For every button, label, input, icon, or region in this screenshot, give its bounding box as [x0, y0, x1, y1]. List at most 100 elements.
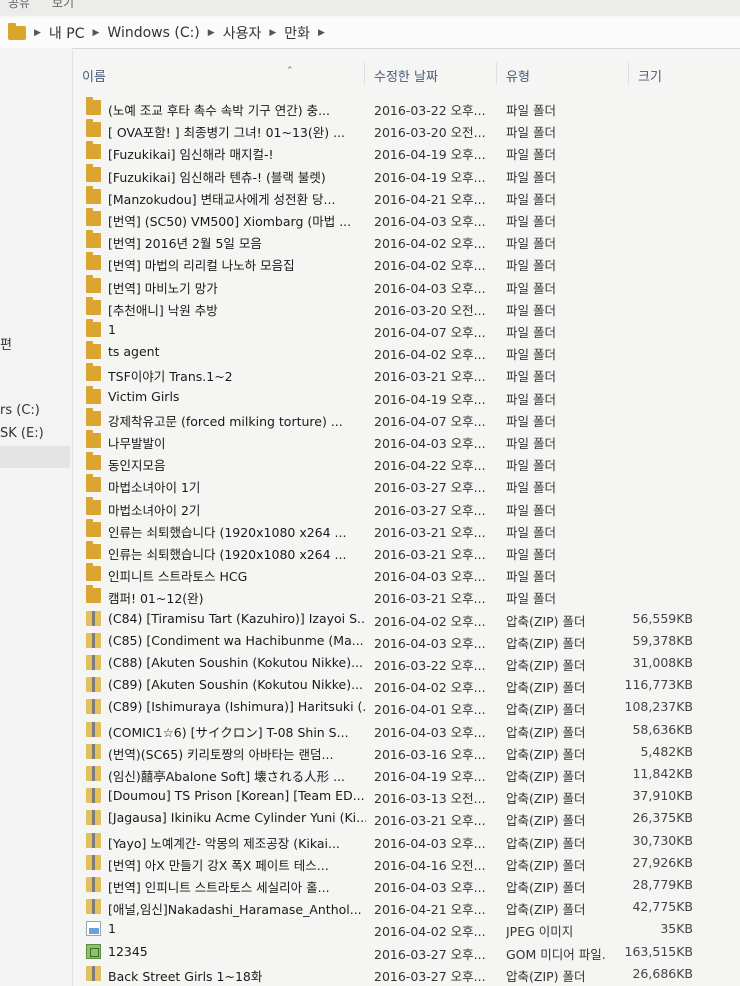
file-type: 파일 폴더	[506, 391, 556, 407]
file-row[interactable]: 12345 2016-03-27 오후... GOM 미디어 파일... 163,51…	[0, 941, 740, 963]
column-header-name[interactable]: 이름	[82, 66, 106, 85]
file-row[interactable]: 인류는 쇠퇴했습니다 (1920x1080 x264 ... 2016-03-21…	[0, 541, 740, 563]
file-type: GOM 미디어 파일...	[506, 946, 606, 962]
column-divider[interactable]	[496, 62, 497, 84]
file-name: [번역] 마비노기 망가	[108, 280, 218, 296]
file-type: 압축(ZIP) 폴더	[506, 746, 586, 762]
address-bar[interactable]: ▶ 내 PC ▶ Windows (C:) ▶ 사용자 ▶ 만화 ▶	[0, 18, 740, 49]
column-divider[interactable]	[628, 62, 629, 84]
file-row[interactable]: 인류는 쇠퇴했습니다 (1920x1080 x264 ... 2016-03-21…	[0, 518, 740, 541]
file-row[interactable]: [번역] 마비노기 망가 2016-04-03 오후... 파일 폴더	[0, 274, 740, 297]
file-row[interactable]: (C85) [Condiment wa Hachibunme (Ma... 201…	[0, 630, 740, 652]
file-row[interactable]: 마법소녀아이 2기 2016-03-27 오후... 파일 폴더	[0, 496, 740, 519]
column-header-type[interactable]: 유형	[506, 66, 530, 85]
file-row[interactable]: [번역] (SC50) VM500] Xiombarg (마법 ... 2016-…	[0, 208, 740, 230]
zip-folder-icon	[86, 743, 101, 759]
file-date: 2016-04-19 오후...	[374, 169, 486, 185]
file-date: 2016-04-19 오후...	[374, 391, 486, 407]
sort-ascending-icon: ⌃	[286, 66, 294, 76]
file-row[interactable]: [Fuzukikai] 임신해라 매지컬-! 2016-04-19 오후... 파일…	[0, 141, 740, 163]
file-type: 파일 폴더	[506, 214, 556, 229]
breadcrumb-this-pc[interactable]: 내 PC	[49, 23, 85, 43]
file-row[interactable]: [ OVA포함! ] 최종병기 그녀! 01~13(완) ... 2016-03-…	[0, 119, 740, 141]
file-size: 163,515KB	[624, 943, 693, 959]
file-row[interactable]: [Doumou] TS Prison [Korean] [Team ED... 2…	[0, 785, 740, 807]
file-row[interactable]: 1 2016-04-02 오후... JPEG 이미지 35KB	[0, 918, 740, 940]
folder-icon	[86, 541, 101, 559]
file-row[interactable]: 1 2016-04-07 오후... 파일 폴더	[0, 319, 740, 341]
column-header-date[interactable]: 수정한 날짜	[374, 66, 438, 85]
file-name: (임신)囍亭Abalone Soft] 壊される人形 ...	[108, 769, 346, 784]
file-type: 파일 폴더	[506, 125, 556, 141]
file-name: [번역] 마법의 리리컬 나노하 모음집	[108, 258, 295, 274]
file-row[interactable]: [애널,임신]Nakadashi_Haramase_Anthol... 2016-…	[0, 896, 740, 918]
file-row[interactable]: (임신)囍亭Abalone Soft] 壊される人形 ... 2016-04-19…	[0, 763, 740, 785]
file-row[interactable]: Victim Girls 2016-04-19 오후... 파일 폴더	[0, 385, 740, 408]
file-row[interactable]: [Yayo] 노예계간- 악몽의 제조공장 (Kikai... 2016-04-0…	[0, 830, 740, 852]
zip-folder-icon	[86, 965, 101, 981]
breadcrumb-manhwa[interactable]: 만화	[284, 23, 310, 43]
file-name: 인류는 쇠퇴했습니다 (1920x1080 x264 ...	[108, 524, 347, 540]
menu-item-share[interactable]: 공유	[8, 0, 30, 11]
file-row[interactable]: [Manzokudou] 변태교사에게 성전환 당... 2016-04-21 오…	[0, 185, 740, 208]
file-row[interactable]: 나무발발이 2016-04-03 오후... 파일 폴더	[0, 430, 740, 452]
file-row[interactable]: (번역)(SC65) 키리토짱의 아바타는 랜덤... 2016-03-16 오후…	[0, 741, 740, 763]
folder-icon	[86, 230, 101, 249]
file-row[interactable]: [추천애니] 낙원 추방 2016-03-20 오전... 파일 폴더	[0, 296, 740, 319]
file-type: 파일 폴더	[506, 458, 556, 474]
file-type: 압축(ZIP) 폴더	[506, 635, 586, 651]
folder-icon	[86, 452, 101, 471]
file-row[interactable]: [Jagausa] Ikiniku Acme Cylinder Yuni (Ki…	[0, 807, 740, 829]
file-row[interactable]: (C89) [Ishimuraya (Ishimura)] Haritsuki …	[0, 696, 740, 718]
file-type: 압축(ZIP) 폴더	[506, 902, 586, 918]
file-row[interactable]: (C89) [Akuten Soushin (Kokutou Nikke)...…	[0, 674, 740, 696]
file-name: (C85) [Condiment wa Hachibunme (Ma...	[108, 632, 364, 648]
file-row[interactable]: 인피니트 스트라토스 HCG 2016-04-03 오후... 파일 폴더	[0, 563, 740, 585]
chevron-right-icon[interactable]: ▶	[269, 28, 276, 38]
file-type: 파일 폴더	[506, 436, 556, 451]
file-date: 2016-04-21 오후...	[374, 191, 486, 207]
file-row[interactable]: (C88) [Akuten Soushin (Kokutou Nikke)...…	[0, 652, 740, 674]
menu-item-view[interactable]: 보기	[52, 0, 74, 11]
file-date: 2016-03-20 오전...	[374, 302, 486, 318]
zip-folder-icon	[86, 877, 101, 892]
chevron-right-icon[interactable]: ▶	[208, 28, 215, 38]
file-name: [번역] 아X 만들기 강X 폭X 페이트 테스...	[108, 857, 329, 873]
file-row[interactable]: 강제착유고문 (forced milking torture) ... 2016-…	[0, 407, 740, 430]
column-header-size[interactable]: 크기	[638, 66, 662, 85]
file-type: 파일 폴더	[506, 147, 556, 163]
file-type: 압축(ZIP) 폴더	[506, 791, 586, 807]
file-row[interactable]: ts agent 2016-04-02 오후... 파일 폴더	[0, 341, 740, 363]
file-type: 파일 폴더	[506, 280, 556, 296]
file-row[interactable]: 캠퍼! 01~12(완) 2016-03-21 오후... 파일 폴더	[0, 585, 740, 607]
chevron-right-icon[interactable]: ▶	[92, 28, 99, 38]
file-row[interactable]: [번역] 마법의 리리컬 나노하 모음집 2016-04-02 오후... 파일 폴…	[0, 252, 740, 274]
file-size: 42,775KB	[632, 899, 693, 915]
file-row[interactable]: (노예 조교 후타 촉수 속박 기구 연간) 충... 2016-03-22 오후…	[0, 97, 740, 119]
file-name: 1	[108, 921, 116, 937]
file-row[interactable]: [번역] 인피니트 스트라토스 세실리아 홀... 2016-04-03 오후..…	[0, 874, 740, 896]
file-row[interactable]: [번역] 2016년 2월 5일 모음 2016-04-02 오후... 파일 폴더	[0, 230, 740, 252]
folder-icon	[86, 119, 101, 138]
chevron-right-icon[interactable]: ▶	[318, 28, 325, 38]
file-type: 파일 폴더	[506, 191, 556, 207]
file-row[interactable]: TSF이야기 Trans.1~2 2016-03-21 오후... 파일 폴더	[0, 363, 740, 385]
file-row[interactable]: (C84) [Tiramisu Tart (Kazuhiro)] Izayoi …	[0, 608, 740, 630]
zip-folder-icon	[86, 632, 101, 648]
file-date: 2016-03-21 오후...	[374, 591, 486, 607]
file-row[interactable]: [Fuzukikai] 임신해라 텐츄-! (블랙 불렛) 2016-04-19 …	[0, 163, 740, 186]
breadcrumb-windows-c[interactable]: Windows (C:)	[107, 25, 199, 41]
file-name: TSF이야기 Trans.1~2	[108, 369, 233, 385]
file-row[interactable]: 마법소녀아이 1기 2016-03-27 오후... 파일 폴더	[0, 474, 740, 496]
folder-icon	[86, 296, 101, 315]
file-row[interactable]: Back Street Girls 1~18화 2016-03-27 오후... 압…	[0, 963, 740, 985]
column-divider[interactable]	[364, 62, 365, 84]
chevron-right-icon[interactable]: ▶	[34, 28, 41, 38]
file-type: 압축(ZIP) 폴더	[506, 835, 586, 851]
folder-icon	[86, 208, 101, 226]
file-row[interactable]: [번역] 아X 만들기 강X 폭X 페이트 테스... 2016-04-16 오전…	[0, 852, 740, 874]
file-name: 1	[108, 322, 116, 337]
breadcrumb-users[interactable]: 사용자	[223, 23, 262, 43]
file-row[interactable]: (COMIC1☆6) [サイクロン] T-08 Shin S... 2016-04…	[0, 719, 740, 741]
file-row[interactable]: 동인지모음 2016-04-22 오후... 파일 폴더	[0, 452, 740, 474]
